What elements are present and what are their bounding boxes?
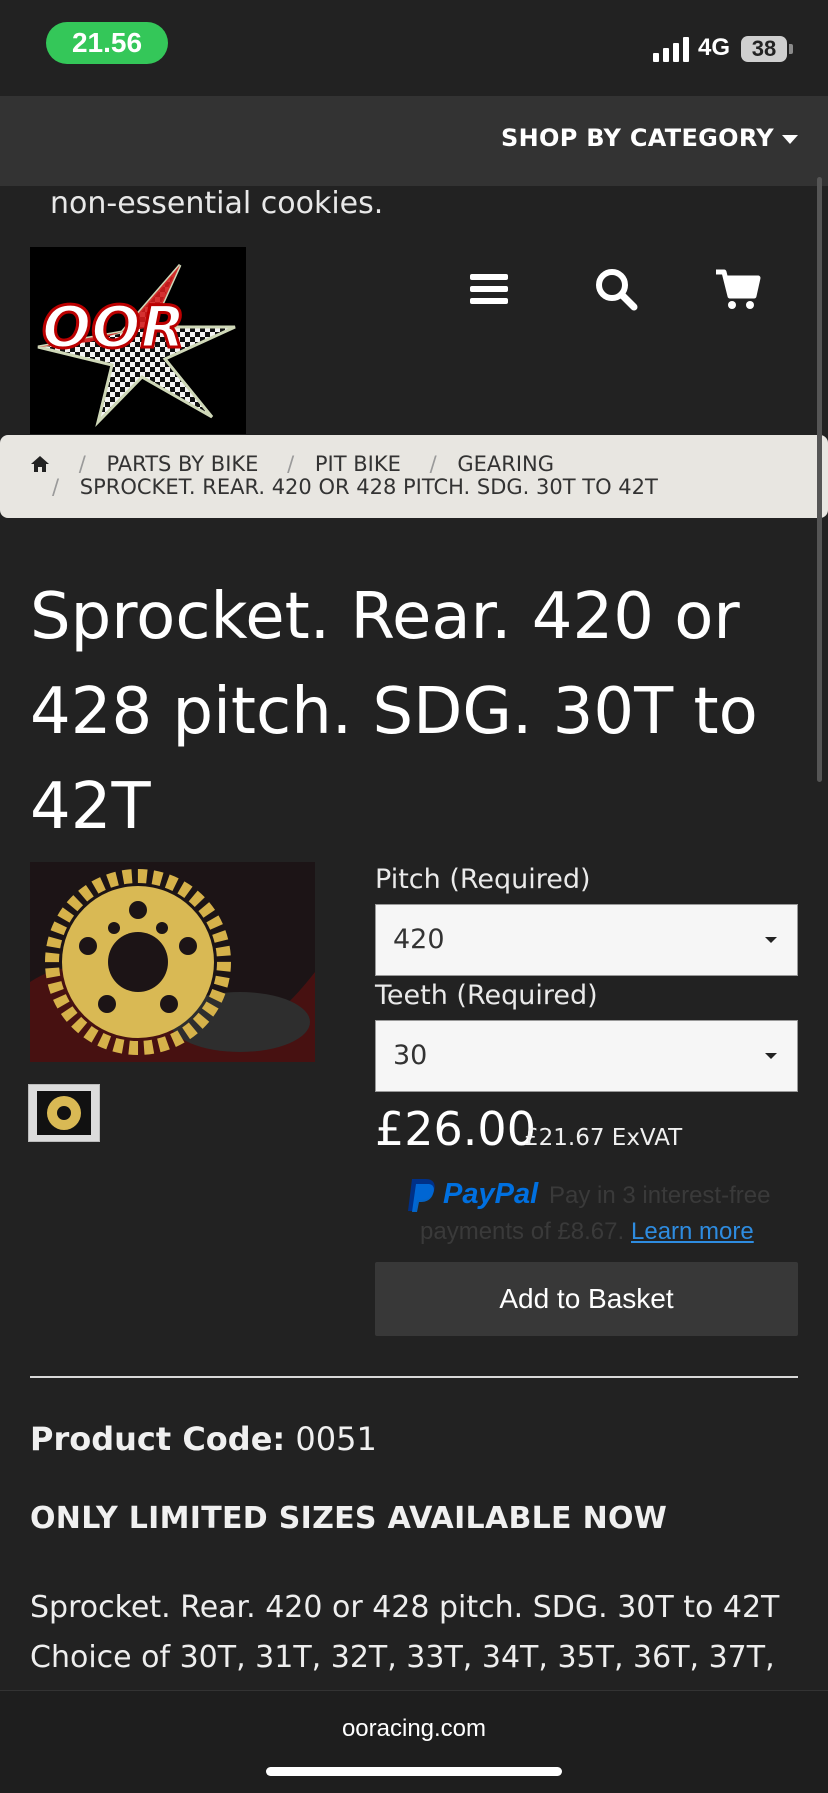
cart-icon[interactable] xyxy=(712,264,764,314)
breadcrumb-separator: / xyxy=(78,452,86,476)
breadcrumb-gearing[interactable]: GEARING xyxy=(457,452,554,476)
teeth-value: 30 xyxy=(393,1040,428,1071)
status-time: 21.56 xyxy=(46,22,168,64)
add-to-basket-button[interactable]: Add to Basket xyxy=(375,1262,798,1336)
shop-by-category-label: SHOP BY CATEGORY xyxy=(501,124,774,152)
teeth-select[interactable]: 30 xyxy=(375,1020,798,1092)
scrollbar[interactable] xyxy=(817,177,822,782)
product-image[interactable] xyxy=(30,862,315,1062)
price-ex-vat: £21.67 ExVAT xyxy=(524,1125,683,1151)
caret-down-icon xyxy=(765,937,777,943)
cookie-notice-text: non-essential cookies. xyxy=(50,186,384,221)
breadcrumb-separator: / xyxy=(287,452,295,476)
search-icon[interactable] xyxy=(590,264,642,314)
paypal-icon xyxy=(404,1177,438,1217)
breadcrumb-separator: / xyxy=(429,452,437,476)
caret-down-icon xyxy=(782,134,798,144)
breadcrumb-separator: / xyxy=(52,475,60,499)
logo-text: OOR xyxy=(42,293,185,361)
category-bar: SHOP BY CATEGORY xyxy=(0,96,828,186)
product-code-value: 0051 xyxy=(285,1420,377,1458)
shop-by-category-button[interactable]: SHOP BY CATEGORY xyxy=(501,124,798,152)
product-price: £26.00 xyxy=(375,1102,536,1156)
product-thumbnail[interactable] xyxy=(28,1084,100,1142)
sprocket-image xyxy=(30,862,315,1062)
home-icon[interactable] xyxy=(30,454,50,478)
breadcrumb-current: SPROCKET. REAR. 420 OR 428 PITCH. SDG. 3… xyxy=(79,475,658,499)
status-bar: 21.56 4G 38 xyxy=(0,0,828,96)
pitch-value: 420 xyxy=(393,924,445,955)
breadcrumb-pit-bike[interactable]: PIT BIKE xyxy=(315,452,401,476)
breadcrumb-parts-by-bike[interactable]: PARTS BY BIKE xyxy=(106,452,258,476)
description-line2: Choice of 30T, 31T, 32T, 33T, 34T, 35T, … xyxy=(30,1640,775,1675)
product-title: Sprocket. Rear. 420 or 428 pitch. SDG. 3… xyxy=(30,580,758,844)
divider xyxy=(30,1376,798,1378)
paypal-brand: PayPal xyxy=(443,1178,539,1210)
sprocket-thumb-icon xyxy=(47,1096,81,1130)
paypal-message-line1: Pay in 3 interest-free xyxy=(549,1182,771,1209)
limited-sizes-notice: ONLY LIMITED SIZES AVAILABLE NOW xyxy=(30,1501,668,1536)
network-type: 4G xyxy=(698,34,731,61)
url-text: ooracing.com xyxy=(341,1715,487,1742)
battery-tip xyxy=(789,44,793,54)
pitch-select[interactable]: 420 xyxy=(375,904,798,976)
battery-icon: 38 xyxy=(741,36,787,62)
breadcrumb: / PARTS BY BIKE / PIT BIKE / GEARING / S… xyxy=(0,435,828,518)
site-logo[interactable]: OOR xyxy=(30,247,246,434)
pitch-label: Pitch (Required) xyxy=(375,864,591,895)
menu-icon[interactable] xyxy=(464,264,516,314)
teeth-label: Teeth (Required) xyxy=(375,980,598,1011)
description-line1: Sprocket. Rear. 420 or 428 pitch. SDG. 3… xyxy=(30,1590,780,1625)
logo-star-icon: OOR xyxy=(37,264,236,427)
product-code: Product Code: 0051 xyxy=(30,1420,377,1458)
signal-icon xyxy=(653,36,689,62)
caret-down-icon xyxy=(765,1053,777,1059)
paypal-learn-more-link[interactable]: Learn more xyxy=(631,1218,754,1246)
browser-url-bar[interactable]: ooracing.com xyxy=(0,1690,828,1793)
paypal-message-line2: payments of £8.67. xyxy=(420,1218,625,1245)
product-code-label: Product Code: xyxy=(30,1420,286,1458)
home-indicator[interactable] xyxy=(266,1767,562,1776)
